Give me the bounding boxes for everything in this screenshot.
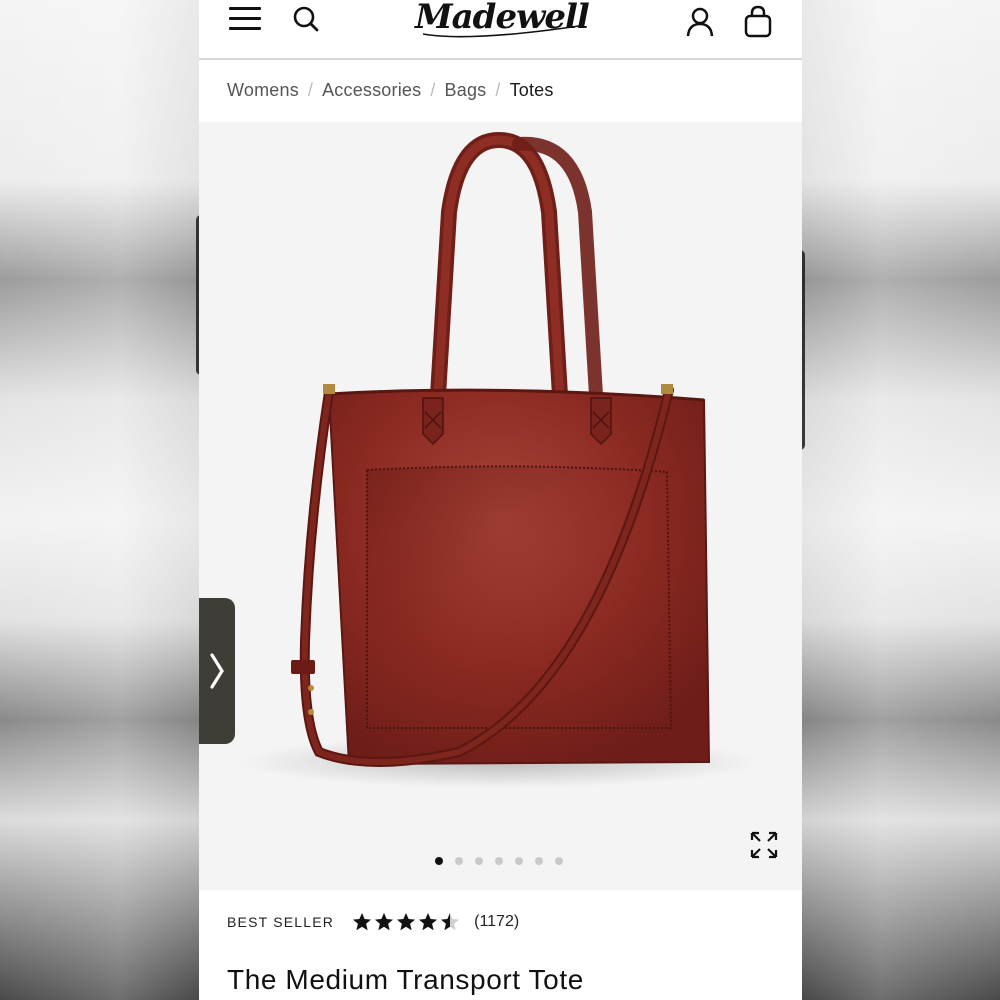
svg-text:Madewell: Madewell [414,0,590,37]
shopping-bag-icon[interactable] [743,4,773,38]
breadcrumb-current: Totes [509,79,554,100]
best-seller-badge: BEST SELLER [227,914,335,930]
product-gallery[interactable] [199,122,802,890]
background-right [802,0,1000,1000]
site-header: Madewell [199,0,802,60]
gallery-dot[interactable] [455,857,463,865]
gallery-dot[interactable] [555,857,563,865]
expand-icon[interactable] [749,830,779,860]
breadcrumb-separator: / [430,79,436,100]
breadcrumb-womens[interactable]: Womens [227,80,299,101]
brand-logo[interactable]: Madewell [409,0,591,46]
user-icon[interactable] [685,6,715,38]
breadcrumb-bags[interactable]: Bags [445,80,487,101]
star-icon [419,913,438,931]
gallery-dot[interactable] [515,857,523,865]
review-count[interactable]: (1172) [474,913,519,931]
gallery-dot[interactable] [435,857,443,865]
gallery-dot[interactable] [475,857,483,865]
star-icon [375,913,394,931]
product-title: The Medium Transport Tote [227,964,584,995]
product-image[interactable] [199,122,802,890]
breadcrumb-separator: / [495,79,501,100]
star-icon [353,913,372,931]
mobile-page: Madewell Womens / Accessories / Bags / T… [199,0,802,1000]
breadcrumb-separator: / [307,79,314,100]
rating-row: BEST SELLER (1172) [227,908,519,936]
gallery-dot[interactable] [495,857,503,865]
background-left [0,0,200,1000]
breadcrumb: Womens / Accessories / Bags / Totes [227,76,554,104]
gallery-pagination [435,857,563,865]
chevron-right-icon [210,653,224,689]
star-icon [397,913,416,931]
star-icon [441,913,460,931]
gallery-next-button[interactable] [199,598,235,744]
search-icon[interactable] [291,3,323,35]
star-rating[interactable] [352,912,460,932]
hamburger-icon[interactable] [229,5,263,33]
breadcrumb-accessories[interactable]: Accessories [322,80,421,101]
gallery-dot[interactable] [535,857,543,865]
